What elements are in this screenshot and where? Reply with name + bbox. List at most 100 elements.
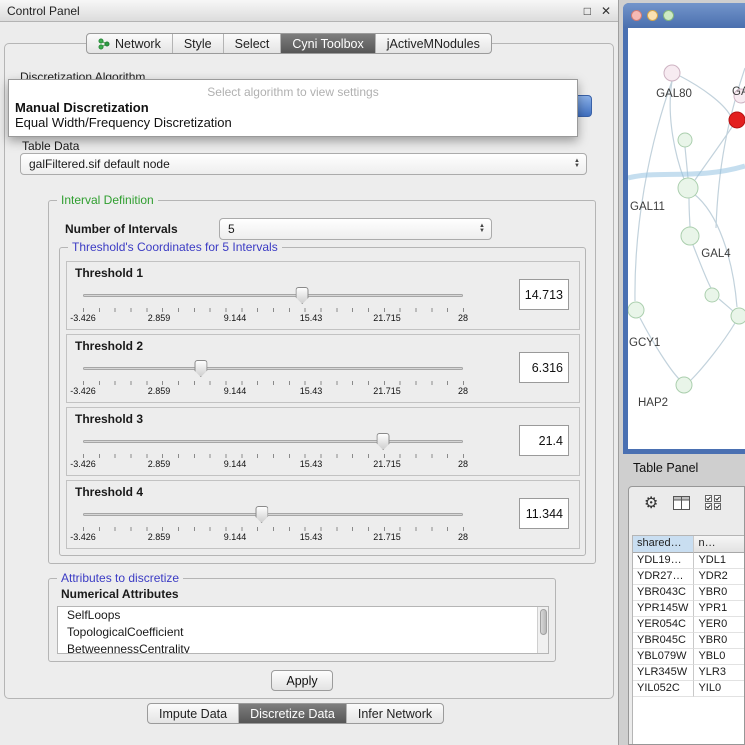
table-row[interactable]: YER054C YER0 (633, 617, 745, 633)
table-row[interactable]: YDR27… YDR2 (633, 569, 745, 585)
minimize-traffic-light[interactable] (647, 10, 658, 21)
tab-label: Discretize Data (250, 707, 335, 721)
threshold-panel-3: Threshold 3 -3.426 2.859 9.144 15.43 21.… (66, 407, 580, 476)
node[interactable] (678, 133, 692, 147)
threshold-slider[interactable] (83, 286, 463, 306)
tick-label: 28 (458, 313, 468, 323)
table-row[interactable]: YDL19… YDL1 (633, 553, 745, 569)
number-of-intervals-label: Number of Intervals (65, 222, 178, 236)
table-row[interactable]: YIL052C YIL0 (633, 681, 745, 697)
numerical-attributes-label: Numerical Attributes (61, 587, 179, 601)
threshold-value-field[interactable] (519, 425, 569, 456)
tick-label: 15.43 (300, 532, 323, 542)
tick-label: 9.144 (224, 313, 247, 323)
threshold-panel-4: Threshold 4 -3.426 2.859 9.144 15.43 21.… (66, 480, 580, 549)
table-row[interactable]: YBR045C YBR0 (633, 633, 745, 649)
cell-shared-name: YIL052C (633, 681, 694, 697)
table-data-combobox[interactable]: galFiltered.sif default node ▲▼ (20, 153, 587, 175)
number-of-intervals-combobox[interactable]: 5 ▲▼ (219, 218, 492, 240)
slider-thumb[interactable] (194, 360, 207, 377)
apply-button[interactable]: Apply (271, 670, 333, 691)
network-canvas[interactable]: GAL80 GA GAL11 GAL4 GCY1 HAP2 (628, 28, 745, 449)
tab-jactivemnodules[interactable]: jActiveMNodules (375, 34, 491, 53)
tab-infer-network[interactable]: Infer Network (346, 704, 443, 723)
table-row[interactable]: YBR043C YBR0 (633, 585, 745, 601)
slider-thumb[interactable] (377, 433, 390, 450)
algorithm-option-manual[interactable]: Manual Discretization (9, 100, 577, 115)
node[interactable] (705, 288, 719, 302)
node-gal11[interactable] (678, 178, 698, 198)
algorithm-dropdown-popup: Select algorithm to view settings Manual… (8, 79, 578, 137)
scrollbar-thumb[interactable] (540, 609, 547, 635)
node-selected-red[interactable] (729, 112, 745, 128)
slider-track[interactable] (83, 513, 463, 516)
close-traffic-light[interactable] (631, 10, 642, 21)
threshold-slider[interactable] (83, 505, 463, 525)
cell-name: YER0 (694, 617, 745, 633)
control-panel-window: Control Panel □ ✕ Network Style Select (0, 0, 619, 745)
column-header-shared-name[interactable]: shared… (633, 536, 694, 553)
threshold-value-field[interactable] (519, 498, 569, 529)
threshold-value-field[interactable] (519, 352, 569, 383)
slider-track[interactable] (83, 367, 463, 370)
slider-track[interactable] (83, 294, 463, 297)
algorithm-option-equal-width[interactable]: Equal Width/Frequency Discretization (9, 115, 577, 130)
list-scrollbar[interactable] (537, 607, 548, 653)
table-data-value: galFiltered.sif default node (29, 157, 170, 171)
list-item[interactable]: BetweennessCentrality (58, 641, 548, 654)
tick-label: 21.715 (373, 459, 401, 469)
network-view-window: GAL80 GA GAL11 GAL4 GCY1 HAP2 (623, 3, 745, 454)
slider-ticks (83, 454, 464, 458)
node[interactable] (731, 308, 745, 324)
threshold-label: Threshold 4 (75, 485, 143, 499)
node-gcy1[interactable] (628, 302, 644, 318)
slider-ticks (83, 308, 464, 312)
table-row[interactable]: YBL079W YBL0 (633, 649, 745, 665)
table-header-row: shared… n… (633, 536, 745, 553)
tab-cyni-toolbox[interactable]: Cyni Toolbox (280, 34, 374, 53)
slider-track[interactable] (83, 440, 463, 443)
node-table: shared… n… YDL19… YDL1 YDR27… YDR2 YBR04… (632, 535, 745, 744)
tick-label: -3.426 (70, 532, 96, 542)
list-item[interactable]: TopologicalCoefficient (58, 624, 548, 641)
columns-icon[interactable] (673, 496, 690, 513)
tab-network[interactable]: Network (87, 34, 172, 53)
node-hap2[interactable] (676, 377, 692, 393)
cell-shared-name: YLR345W (633, 665, 694, 681)
cell-shared-name: YBR043C (633, 585, 694, 601)
tick-label: 2.859 (148, 532, 171, 542)
float-window-icon[interactable]: □ (584, 5, 591, 17)
tab-select[interactable]: Select (223, 34, 281, 53)
list-item[interactable]: SelfLoops (58, 607, 548, 624)
number-of-intervals-value: 5 (228, 222, 235, 236)
node-gal4[interactable] (681, 227, 699, 245)
select-columns-icon[interactable] (705, 495, 722, 513)
threshold-slider[interactable] (83, 359, 463, 379)
tab-impute-data[interactable]: Impute Data (148, 704, 238, 723)
table-row[interactable]: YLR345W YLR3 (633, 665, 745, 681)
cell-shared-name: YPR145W (633, 601, 694, 617)
tick-label: -3.426 (70, 459, 96, 469)
slider-thumb[interactable] (296, 287, 309, 304)
column-header-name[interactable]: n… (694, 536, 745, 553)
cell-name: YBR0 (694, 633, 745, 649)
tab-discretize-data[interactable]: Discretize Data (238, 704, 346, 723)
gear-icon[interactable]: ⚙ (644, 496, 658, 512)
node-label-gal11: GAL11 (630, 201, 665, 213)
table-row[interactable]: YPR145W YPR1 (633, 601, 745, 617)
node-gal80[interactable] (664, 65, 680, 81)
cell-shared-name: YBR045C (633, 633, 694, 649)
bottom-tabbar: Impute Data Discretize Data Infer Networ… (147, 703, 444, 724)
threshold-slider[interactable] (83, 432, 463, 452)
tick-label: 15.43 (300, 386, 323, 396)
tab-style[interactable]: Style (172, 34, 223, 53)
cell-name: YDR2 (694, 569, 745, 585)
close-icon[interactable]: ✕ (601, 5, 611, 17)
tab-label: Style (184, 37, 212, 51)
cell-name: YBL0 (694, 649, 745, 665)
zoom-traffic-light[interactable] (663, 10, 674, 21)
threshold-value-field[interactable] (519, 279, 569, 310)
tab-label: Infer Network (358, 707, 432, 721)
slider-thumb[interactable] (255, 506, 268, 523)
cell-name: YDL1 (694, 553, 745, 569)
